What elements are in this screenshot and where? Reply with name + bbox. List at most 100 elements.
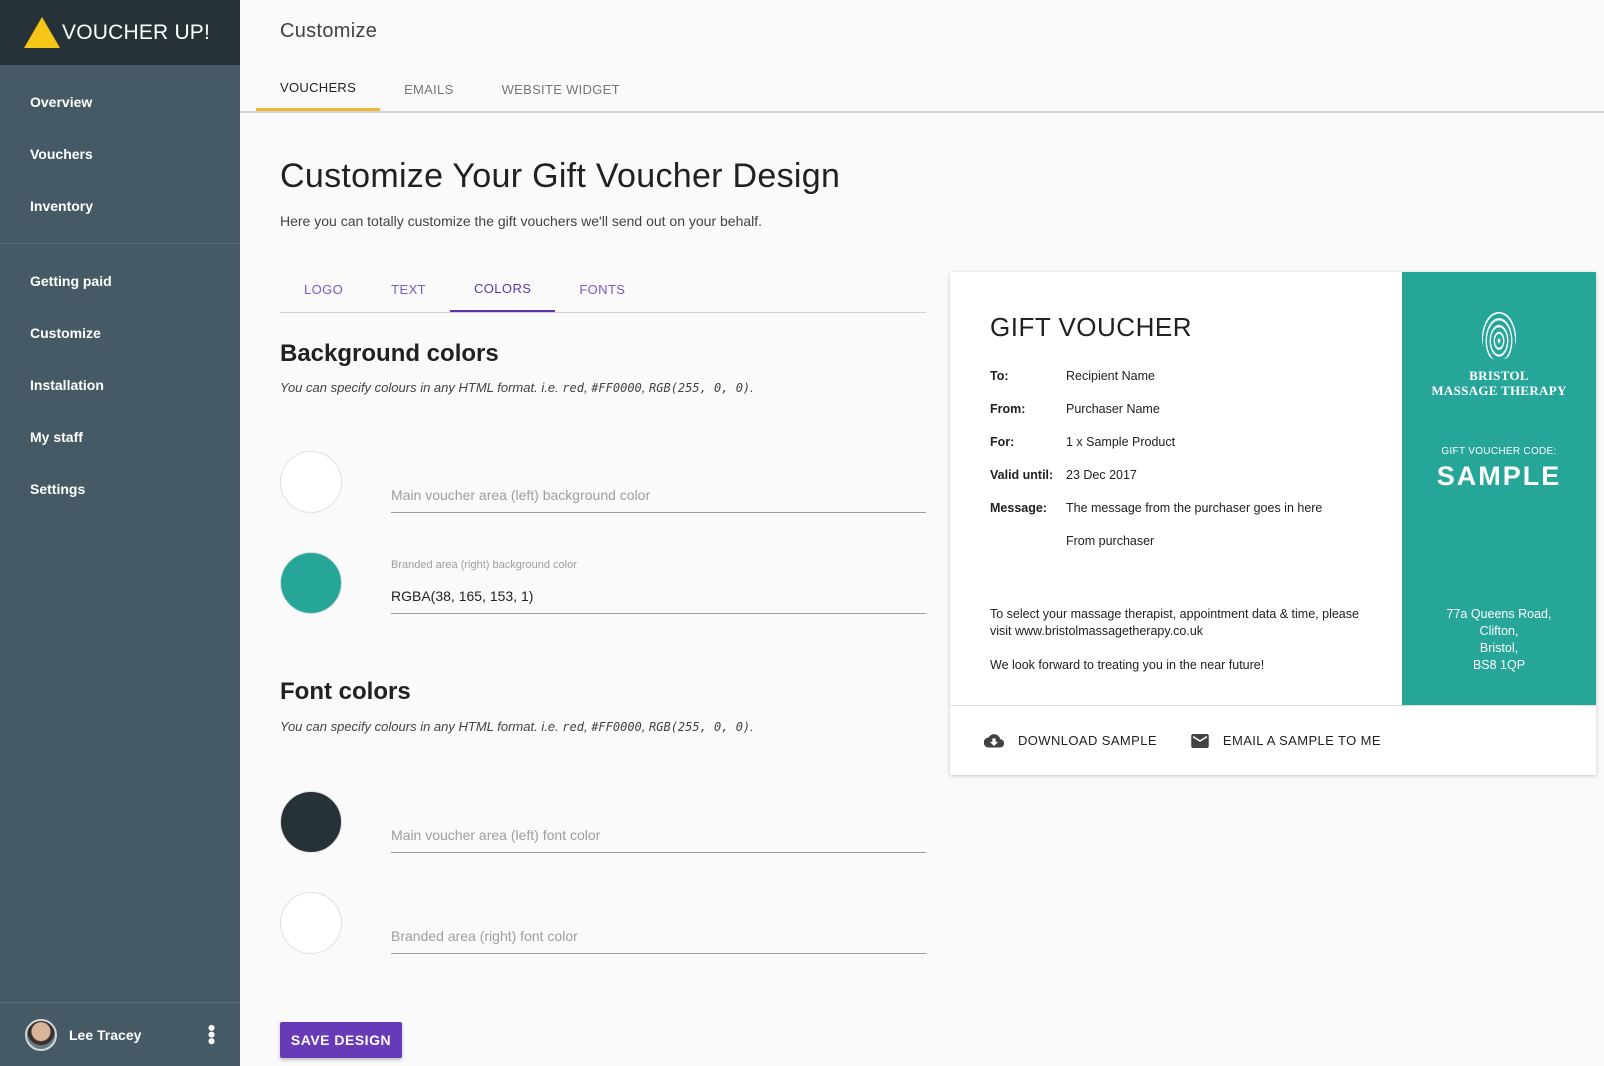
page-title: Customize Your Gift Voucher Design [280, 157, 841, 195]
voucher-code: SAMPLE [1436, 461, 1562, 491]
download-sample-button[interactable]: DOWNLOAD SAMPLE [984, 733, 1157, 749]
tab-fonts[interactable]: FONTS [555, 266, 649, 312]
sidebar: VOUCHER UP! Overview Vouchers Inventory … [0, 0, 240, 1066]
help-code-example: RGB(255, 0, 0) [649, 720, 751, 734]
help-text: You can specify colours in any HTML form… [280, 380, 563, 395]
brand-header[interactable]: VOUCHER UP! [0, 0, 240, 65]
branded-bg-color-row: Branded area (right) background color [280, 552, 926, 616]
email-sample-button[interactable]: EMAIL A SAMPLE TO ME [1191, 733, 1381, 748]
branded-font-color-swatch[interactable] [280, 892, 342, 954]
email-icon [1191, 733, 1209, 748]
voucher-value: The message from the purchaser goes in h… [1066, 501, 1323, 515]
user-bar: Lee Tracey ••• [0, 1002, 240, 1066]
fingerprint-logo-icon [1482, 312, 1516, 360]
voucher-footer-instructions: To select your massage therapist, appoin… [990, 607, 1359, 638]
main-bg-color-row [280, 451, 926, 515]
main-bg-color-swatch[interactable] [280, 451, 342, 513]
app-name: VOUCHER UP! [62, 20, 211, 44]
business-name-line: MASSAGE THERAPY [1431, 383, 1567, 398]
help-code-example: red [562, 720, 584, 734]
voucher-key: To: [990, 369, 1009, 383]
font-colors-help: You can specify colours in any HTML form… [280, 719, 754, 734]
help-text: You can specify colours in any HTML form… [280, 719, 563, 734]
sidebar-item-customize[interactable]: Customize [0, 307, 240, 359]
business-address: 77a Queens Road, Clifton, Bristol, BS8 1… [1402, 606, 1596, 674]
font-colors-heading: Font colors [280, 678, 411, 705]
voucher-row-valid-until: Valid until: 23 Dec 2017 [990, 468, 1362, 501]
sidebar-item-getting-paid[interactable]: Getting paid [0, 255, 240, 307]
main-font-color-swatch[interactable] [280, 791, 342, 853]
voucher-preview-card: GIFT VOUCHER To: Recipient Name From: Pu… [950, 272, 1596, 775]
voucher-row-for: For: 1 x Sample Product [990, 435, 1362, 468]
page-header-title: Customize [280, 20, 378, 42]
voucher-title: GIFT VOUCHER [990, 312, 1192, 342]
voucher-value: 23 Dec 2017 [1066, 468, 1137, 482]
top-bar: Customize VOUCHERS EMAILS WEBSITE WIDGET [240, 0, 1604, 113]
help-code-example: #FF0000 [591, 720, 642, 734]
tab-website-widget[interactable]: WEBSITE WIDGET [478, 67, 644, 111]
voucher-row-signoff: From purchaser [990, 534, 1362, 567]
cloud-download-icon [984, 733, 1004, 748]
user-name: Lee Tracey [69, 1026, 142, 1043]
business-name-line: BRISTOL [1469, 368, 1529, 383]
card-actions: DOWNLOAD SAMPLE EMAIL A SAMPLE TO ME [950, 705, 1596, 775]
nav-group-main: Overview Vouchers Inventory [0, 65, 240, 243]
address-line: 77a Queens Road, [1446, 607, 1552, 621]
voucher-up-logo-icon [24, 17, 60, 48]
address-line: Bristol, [1479, 641, 1519, 655]
help-code-example: RGB(255, 0, 0) [649, 381, 751, 395]
address-line: Clifton, [1479, 624, 1519, 638]
more-vert-icon[interactable]: ••• [199, 1024, 224, 1044]
page-subtitle: Here you can totally customize the gift … [280, 213, 763, 229]
voucher-row-from: From: Purchaser Name [990, 402, 1362, 435]
email-sample-label: EMAIL A SAMPLE TO ME [1222, 733, 1381, 748]
sidebar-item-settings[interactable]: Settings [0, 463, 240, 515]
download-sample-label: DOWNLOAD SAMPLE [1018, 733, 1157, 748]
main-font-color-field [391, 791, 926, 853]
tab-emails[interactable]: EMAILS [380, 67, 477, 111]
voucher-code-label: GIFT VOUCHER CODE: [1441, 446, 1557, 457]
tab-text[interactable]: TEXT [367, 266, 450, 312]
help-text: . [750, 380, 754, 395]
voucher-key: Valid until: [990, 468, 1054, 482]
branded-font-color-row [280, 892, 926, 956]
tab-vouchers[interactable]: VOUCHERS [256, 67, 381, 111]
sidebar-item-inventory[interactable]: Inventory [0, 180, 240, 232]
design-tabs: LOGO TEXT COLORS FONTS [280, 266, 926, 313]
sidebar-item-vouchers[interactable]: Vouchers [0, 128, 240, 180]
help-code-example: red [562, 381, 584, 395]
help-code-example: #FF0000 [591, 381, 642, 395]
branded-bg-color-swatch[interactable] [280, 552, 342, 614]
voucher-value: 1 x Sample Product [1066, 435, 1176, 449]
help-separator: , [641, 380, 650, 395]
voucher-footer-closing: We look forward to treating you in the n… [990, 658, 1265, 672]
background-colors-heading: Background colors [280, 340, 499, 367]
voucher-key: For: [990, 435, 1015, 449]
branded-bg-color-input[interactable] [391, 579, 926, 613]
help-text: . [750, 719, 754, 734]
branded-font-color-field [391, 892, 926, 954]
background-colors-help: You can specify colours in any HTML form… [280, 380, 754, 395]
nav-group-settings: Getting paid Customize Installation My s… [0, 243, 240, 526]
tab-logo[interactable]: LOGO [280, 266, 367, 312]
tab-colors[interactable]: COLORS [450, 266, 556, 312]
voucher-details: To: Recipient Name From: Purchaser Name … [990, 369, 1362, 567]
voucher-value: Recipient Name [1066, 369, 1155, 383]
branded-font-color-input[interactable] [391, 919, 926, 953]
help-separator: , [641, 719, 650, 734]
sidebar-item-installation[interactable]: Installation [0, 359, 240, 411]
voucher-value: From purchaser [1066, 534, 1155, 548]
address-line: BS8 1QP [1472, 658, 1526, 672]
main-bg-color-input[interactable] [391, 478, 926, 512]
main-bg-color-field [391, 451, 926, 513]
save-design-button[interactable]: SAVE DESIGN [280, 1022, 402, 1058]
top-tabs: VOUCHERS EMAILS WEBSITE WIDGET [256, 67, 644, 113]
voucher-row-to: To: Recipient Name [990, 369, 1362, 402]
main-font-color-input[interactable] [391, 818, 926, 852]
avatar[interactable] [25, 1018, 57, 1051]
sidebar-item-overview[interactable]: Overview [0, 76, 240, 128]
voucher-key: From: [990, 402, 1026, 416]
voucher-key: Message: [990, 501, 1047, 515]
voucher-row-message: Message: The message from the purchaser … [990, 501, 1362, 534]
sidebar-item-my-staff[interactable]: My staff [0, 411, 240, 463]
